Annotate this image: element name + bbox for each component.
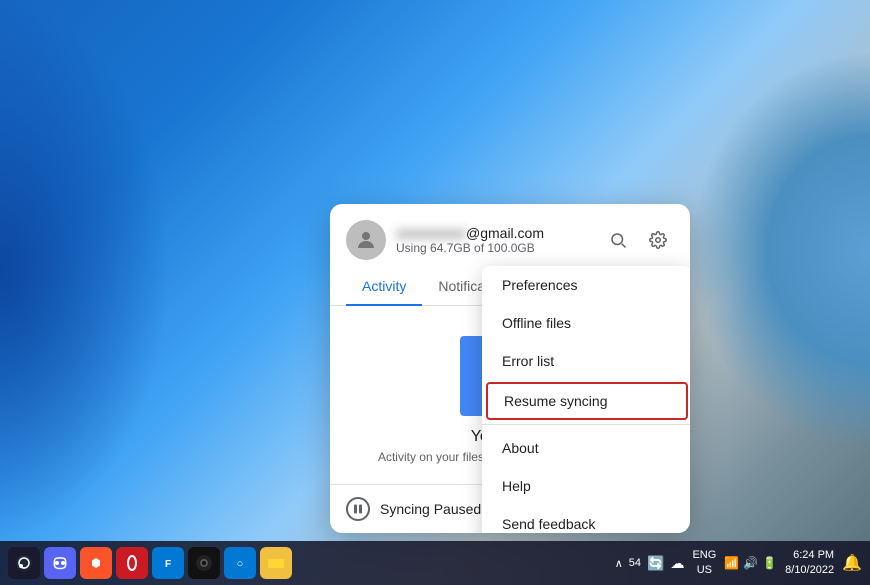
locale: ENG US: [692, 548, 716, 579]
desktop: xxxxxxxxxx@gmail.com Using 64.7GB of 100…: [0, 0, 870, 585]
wave-decoration: [690, 50, 870, 450]
volume-icon: 🔊: [743, 556, 758, 570]
menu-item-offline-files[interactable]: Offline files: [482, 304, 690, 342]
search-icon: [609, 231, 627, 249]
tray-expand[interactable]: ∧: [615, 557, 623, 570]
systray: ∧ 54 🔄 ☁: [615, 555, 685, 572]
dropdown-menu: Preferences Offline files Error list Res…: [482, 266, 690, 533]
taskbar-icon-discord[interactable]: [44, 547, 76, 579]
taskbar-icon-opera[interactable]: [116, 547, 148, 579]
notification-icon[interactable]: 🔔: [842, 553, 862, 573]
menu-item-error-list[interactable]: Error list: [482, 342, 690, 380]
panel-header: xxxxxxxxxx@gmail.com Using 64.7GB of 100…: [330, 204, 690, 268]
locale-region: US: [692, 563, 716, 578]
sync-icon: 🔄: [647, 555, 664, 572]
settings-button[interactable]: [642, 224, 674, 256]
account-storage: Using 64.7GB of 100.0GB: [396, 241, 592, 255]
avatar: [346, 220, 386, 260]
date: 8/10/2022: [785, 563, 834, 578]
taskbar-icon-app5[interactable]: [188, 547, 220, 579]
menu-item-resume-syncing[interactable]: Resume syncing: [486, 382, 688, 420]
locale-lang: ENG: [692, 548, 716, 563]
svg-text:F: F: [165, 559, 171, 570]
account-email: xxxxxxxxxx@gmail.com: [396, 225, 592, 241]
battery-icon: 🔋: [762, 556, 777, 570]
menu-item-send-feedback[interactable]: Send feedback: [482, 505, 690, 533]
taskbar-icon-fortect[interactable]: F: [152, 547, 184, 579]
footer-status: Syncing Paused: [380, 501, 481, 517]
email-blurred: xxxxxxxxxx: [396, 225, 466, 241]
taskbar-icon-folder[interactable]: [260, 547, 292, 579]
tray-icons: 📶 🔊 🔋: [724, 556, 777, 570]
clock[interactable]: 6:24 PM 8/10/2022: [785, 548, 834, 579]
menu-separator-1: [482, 424, 690, 425]
cloud-tray-icon: ☁: [670, 555, 684, 572]
wave-left: [0, 0, 170, 540]
account-info: xxxxxxxxxx@gmail.com Using 64.7GB of 100…: [396, 225, 592, 255]
tray-count: 54: [629, 557, 641, 569]
email-domain: @gmail.com: [466, 225, 544, 241]
taskbar-right: ∧ 54 🔄 ☁ ENG US 📶 🔊 🔋 6:24 PM 8/10/2022 …: [615, 548, 862, 579]
taskbar-icon-steam[interactable]: [8, 547, 40, 579]
taskbar-icon-brave[interactable]: [80, 547, 112, 579]
taskbar-icon-app6[interactable]: ○: [224, 547, 256, 579]
menu-item-help[interactable]: Help: [482, 467, 690, 505]
taskbar: F ○: [0, 541, 870, 585]
svg-text:○: ○: [237, 558, 244, 570]
pause-icon: [346, 497, 370, 521]
search-button[interactable]: [602, 224, 634, 256]
tab-activity[interactable]: Activity: [346, 268, 422, 306]
header-actions: [602, 224, 674, 256]
gear-icon: [649, 231, 667, 249]
menu-item-preferences[interactable]: Preferences: [482, 266, 690, 304]
time: 6:24 PM: [785, 548, 834, 563]
menu-item-about[interactable]: About: [482, 429, 690, 467]
drive-panel: xxxxxxxxxx@gmail.com Using 64.7GB of 100…: [330, 204, 690, 533]
wifi-icon: 📶: [724, 556, 739, 570]
taskbar-left: F ○: [8, 547, 292, 579]
